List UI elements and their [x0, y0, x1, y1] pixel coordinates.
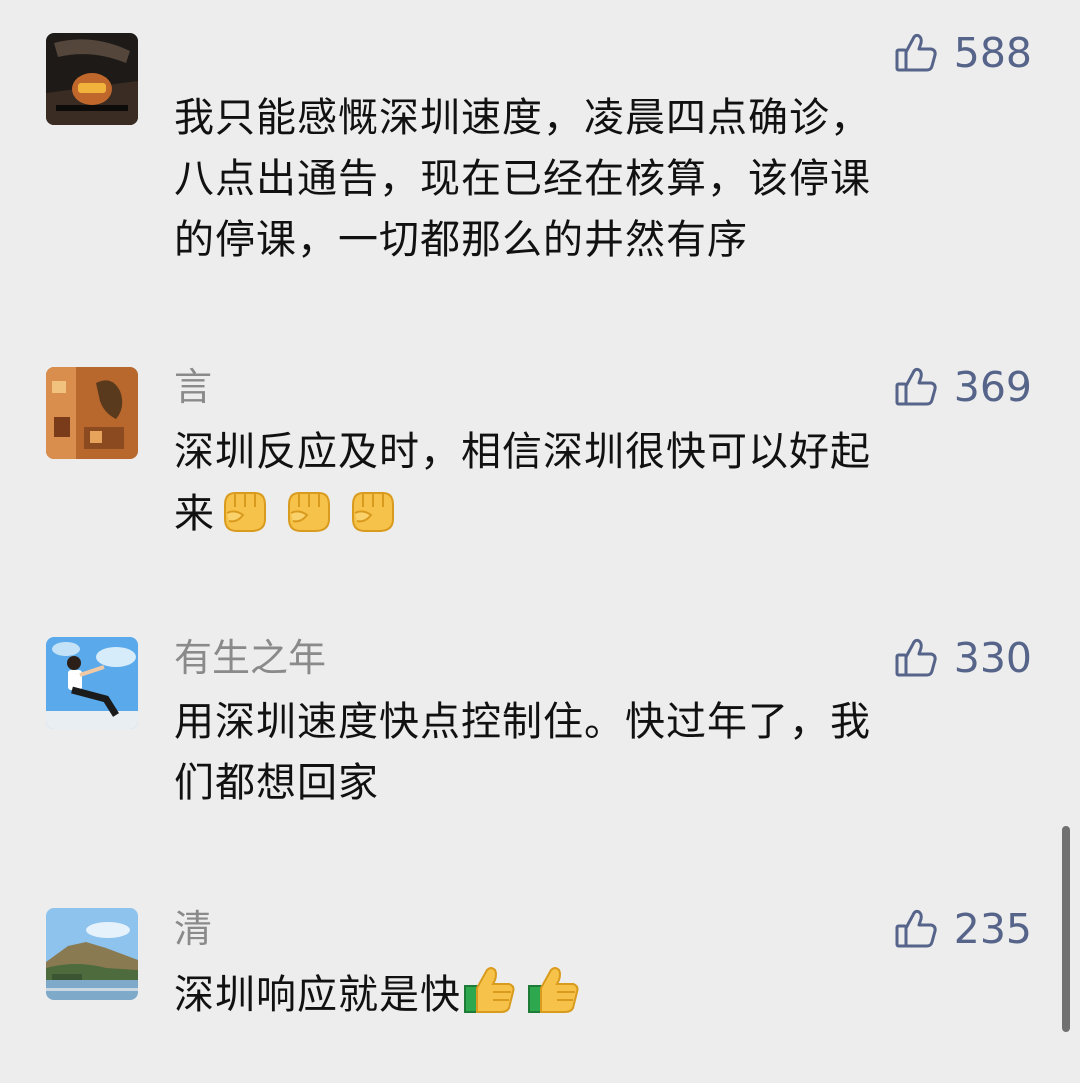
thumbs-up-icon: [894, 365, 938, 409]
avatar-photo-car-interior: [46, 33, 138, 125]
avatar-photo-boy-sky: [46, 637, 138, 729]
comment-text: 用深圳速度快点控制住。快过年了，我 们都想回家: [174, 692, 1034, 814]
comment-text-line-with-emoji: 来: [174, 483, 1034, 545]
thumbs-up-icon: [894, 907, 938, 951]
like-button[interactable]: 330: [894, 632, 1032, 684]
avatar-photo-mountain-lake: [46, 908, 138, 1000]
raised-fist-emoji-icon: [279, 483, 335, 535]
avatar[interactable]: [46, 908, 138, 1000]
thumbs-up-icon: [894, 31, 938, 75]
thumbs-up-icon: [894, 636, 938, 680]
like-count: 369: [953, 363, 1032, 411]
avatar[interactable]: [46, 637, 138, 729]
comment-text-line-with-emoji: 深圳响应就是快: [174, 964, 1034, 1026]
like-button[interactable]: 235: [894, 903, 1032, 955]
comment-text-line: 八点出通告，现在已经在核算，该停课: [174, 156, 871, 202]
scrollbar[interactable]: [1062, 826, 1070, 1032]
avatar[interactable]: [46, 367, 138, 459]
avatar[interactable]: [46, 33, 138, 125]
like-count: 330: [953, 634, 1032, 682]
comment-text-line: 深圳反应及时，相信深圳很快可以好起: [174, 429, 871, 475]
comment-text-line: 深圳响应就是快: [174, 972, 461, 1018]
thumbs-up-emoji-icon: [525, 964, 581, 1016]
like-button[interactable]: 588: [894, 27, 1032, 79]
comment-text: 我只能感慨深圳速度，凌晨四点确诊， 八点出通告，现在已经在核算，该停课 的停课，…: [174, 88, 1034, 271]
like-count: 235: [953, 905, 1032, 953]
raised-fist-emoji-icon: [343, 483, 399, 535]
comment-text-line: 用深圳速度快点控制住。快过年了，我: [174, 699, 871, 745]
comment-text: 深圳反应及时，相信深圳很快可以好起 来: [174, 422, 1034, 545]
comment-text-line: 们都想回家: [174, 760, 379, 806]
comment-text-line: 我只能感慨深圳速度，凌晨四点确诊，: [174, 95, 871, 141]
thumbs-up-emoji-icon: [461, 964, 517, 1016]
comment-text-line: 的停课，一切都那么的井然有序: [174, 217, 748, 263]
raised-fist-emoji-icon: [215, 483, 271, 535]
like-count: 588: [953, 29, 1032, 77]
comment-text: 深圳响应就是快: [174, 964, 1034, 1026]
comment-author: 言: [174, 365, 213, 409]
comment-author: 有生之年: [174, 636, 327, 680]
comment-author: 清: [174, 907, 213, 951]
like-button[interactable]: 369: [894, 361, 1032, 413]
comment-text-line: 来: [174, 491, 215, 537]
avatar-photo-warm-room: [46, 367, 138, 459]
